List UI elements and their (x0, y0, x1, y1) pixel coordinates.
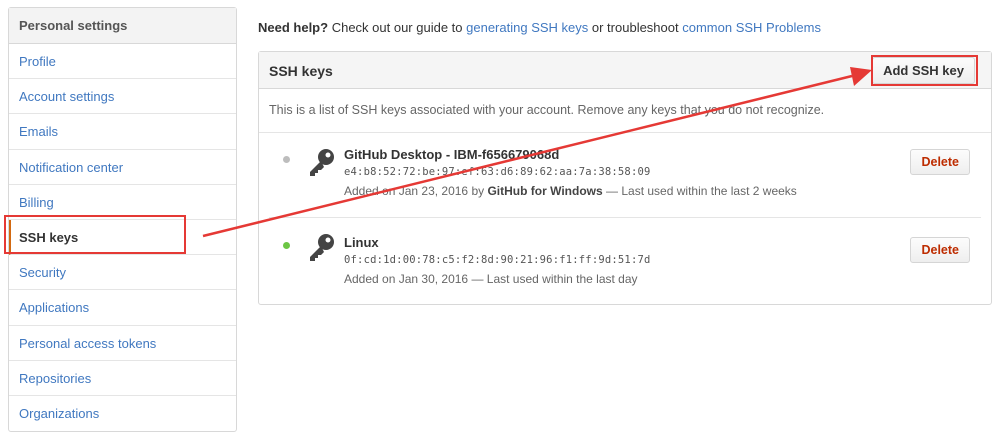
key-added-prefix: Added on Jan 23, 2016 by (344, 184, 485, 198)
sidebar-item-repositories[interactable]: Repositories (9, 361, 236, 396)
key-title: GitHub Desktop - IBM-f656679068d (344, 147, 560, 162)
panel-title: SSH keys (269, 63, 333, 79)
key-icon (310, 149, 334, 176)
help-text: Need help? Check out our guide to genera… (258, 20, 821, 35)
status-dot (283, 156, 290, 163)
sidebar-item-emails[interactable]: Emails (9, 114, 236, 150)
key-added-suffix: — Last used within the last 2 weeks (606, 184, 797, 198)
sidebar-item-notification-center[interactable]: Notification center (9, 150, 236, 185)
panel-description: This is a list of SSH keys associated wi… (259, 89, 991, 133)
key-row-linux: Linux 0f:cd:1d:00:78:c5:f2:8d:90:21:96:f… (269, 218, 981, 303)
panel-header: SSH keys Add SSH key (259, 52, 991, 89)
common-ssh-problems-link[interactable]: common SSH Problems (682, 20, 821, 35)
key-row-github-desktop: GitHub Desktop - IBM-f656679068d e4:b8:5… (269, 133, 981, 218)
key-icon (310, 234, 334, 261)
sidebar-item-organizations[interactable]: Organizations (9, 396, 236, 431)
add-ssh-key-button[interactable]: Add SSH key (872, 57, 975, 84)
status-dot (283, 242, 290, 249)
key-added-by: GitHub for Windows (487, 184, 603, 198)
key-fingerprint: 0f:cd:1d:00:78:c5:f2:8d:90:21:96:f1:ff:9… (344, 254, 651, 266)
help-text-2: or troubleshoot (591, 20, 679, 35)
generating-ssh-keys-link[interactable]: generating SSH keys (466, 20, 588, 35)
key-added-info: Added on Jan 30, 2016 — Last used within… (344, 272, 638, 286)
sidebar-item-account-settings[interactable]: Account settings (9, 79, 236, 115)
help-text-1: Check out our guide to (331, 20, 463, 35)
help-bold: Need help? (258, 20, 329, 35)
key-fingerprint: e4:b8:52:72:be:97:ef:63:d6:89:62:aa:7a:3… (344, 166, 651, 178)
sidebar-item-billing[interactable]: Billing (9, 185, 236, 220)
sidebar-item-applications[interactable]: Applications (9, 290, 236, 326)
sidebar-item-ssh-keys[interactable]: SSH keys (9, 219, 236, 256)
key-title: Linux (344, 235, 379, 250)
settings-sidebar: Personal settings Profile Account settin… (8, 7, 237, 433)
sidebar-item-personal-access-tokens[interactable]: Personal access tokens (9, 326, 236, 361)
sidebar-header: Personal settings (9, 8, 236, 44)
key-added-info: Added on Jan 23, 2016 by GitHub for Wind… (344, 184, 797, 198)
delete-button[interactable]: Delete (910, 149, 970, 175)
delete-button[interactable]: Delete (910, 237, 970, 263)
ssh-keys-panel: SSH keys Add SSH key This is a list of S… (258, 51, 992, 305)
sidebar-item-profile[interactable]: Profile (9, 44, 236, 80)
sidebar-item-security[interactable]: Security (9, 255, 236, 291)
